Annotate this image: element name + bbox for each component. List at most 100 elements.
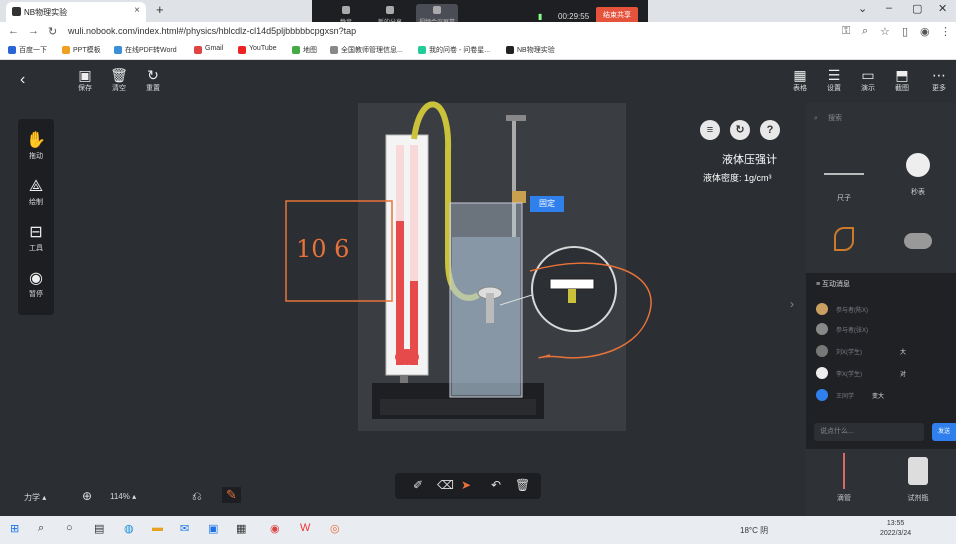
signal-icon: ▮: [538, 12, 543, 21]
browser-tab[interactable]: NB物理实验 ×: [6, 2, 146, 22]
stopwatch-item[interactable]: 秒表: [890, 149, 946, 197]
search-input[interactable]: ⌕ 搜索: [814, 111, 948, 127]
rock-item[interactable]: [890, 233, 946, 249]
ruler-label: 尺子: [837, 195, 851, 202]
sidebar-icon[interactable]: ▯: [902, 25, 908, 38]
store-icon[interactable]: ▣: [208, 522, 218, 535]
undo-icon[interactable]: ↶: [491, 478, 501, 492]
avatar: [816, 323, 828, 335]
bookmark-item[interactable]: PPT模板: [62, 45, 101, 55]
height-slider[interactable]: [512, 191, 526, 203]
bookmark-item[interactable]: 地图: [292, 45, 317, 55]
taskbar-clock[interactable]: 13:55 2022/3/24: [880, 519, 911, 539]
chat-panel: ≡ 互动消息 参与者(陈X) 参与者(张X) 刘X(学生) 大 李X(学生) 对 王…: [806, 273, 956, 449]
chat-header: ≡ 互动消息: [816, 281, 851, 288]
avatar: [816, 367, 828, 379]
nb-favicon-icon: [12, 7, 21, 16]
pointer-icon[interactable]: ➤: [461, 478, 471, 492]
chrome-icon[interactable]: ◉: [270, 522, 280, 535]
bookmark-item[interactable]: NB物理实验: [506, 45, 555, 55]
collapse-chevron-icon[interactable]: ›: [790, 297, 794, 311]
back-icon[interactable]: ←: [8, 25, 19, 37]
edge-icon[interactable]: ◍: [124, 522, 134, 535]
bookmark-item[interactable]: YouTube: [238, 45, 277, 54]
help-icon[interactable]: ?: [760, 120, 780, 140]
address-bar: ← → ↻ wuli.nobook.com/index.html#/physic…: [0, 22, 956, 42]
bookmark-item[interactable]: 百度一下: [8, 45, 47, 55]
ruler-icon: [824, 173, 864, 193]
windows-start-icon[interactable]: ⊞: [10, 522, 19, 535]
zoom-select[interactable]: 114% ▴: [110, 492, 136, 501]
meeting-timer: 00:29:55: [558, 12, 590, 21]
bookmark-item[interactable]: 在线PDF转Word: [114, 45, 177, 55]
search-icon[interactable]: ⌕: [38, 522, 44, 535]
avatar: [816, 389, 828, 401]
stopwatch-label: 秒表: [911, 189, 925, 196]
hose-icon: [834, 227, 854, 251]
clock-date: 2022/3/24: [880, 530, 912, 537]
pen-icon[interactable]: ✎: [222, 487, 241, 503]
forward-icon[interactable]: →: [28, 25, 39, 37]
caret-up-icon: ▴: [132, 492, 137, 501]
minimize-icon[interactable]: –: [886, 2, 892, 14]
search-icon: ⌕: [814, 115, 818, 122]
liquid-column-left: [396, 221, 404, 365]
bookmarks-bar: 百度一下 PPT模板 在线PDF转Word Gmail YouTube 地图 全…: [0, 42, 956, 60]
profile-icon[interactable]: ◉: [920, 25, 930, 38]
bookmark-item[interactable]: 全国教师管理信息...: [330, 45, 403, 55]
locate-icon[interactable]: ⊕: [82, 489, 92, 503]
windows-taskbar: ⊞ ⌕ ○ ▤ ◍ ▬ ✉ ▣ ▦ ◉ W ◎ 18°C 阴 13:55 202…: [0, 516, 956, 544]
bookmark-item[interactable]: Gmail: [194, 45, 223, 54]
stand-base-top: [380, 399, 536, 415]
magnified-stem: [568, 289, 576, 303]
fix-button[interactable]: 固定: [530, 196, 564, 212]
brush-icon[interactable]: ✐: [413, 478, 423, 492]
url-field[interactable]: wuli.nobook.com/index.html#/physics/hblc…: [68, 26, 356, 36]
video-icon: [386, 6, 394, 14]
reload-icon[interactable]: ↻: [48, 25, 57, 38]
menu-icon[interactable]: ⋮: [940, 25, 951, 38]
close-window-icon[interactable]: ✕: [938, 2, 947, 15]
meeting-app-icon[interactable]: ◎: [330, 522, 340, 535]
weather[interactable]: 18°C 阴: [740, 525, 768, 536]
bottle-icon: [908, 457, 928, 485]
tab-title: NB物理实验: [24, 8, 68, 17]
eraser-icon[interactable]: ⌫: [437, 478, 454, 492]
search-placeholder: 搜索: [828, 115, 842, 122]
ruler-item[interactable]: 尺子: [816, 167, 872, 203]
share-icon: [433, 6, 441, 14]
trash-icon[interactable]: 🗑: [515, 478, 530, 492]
avatar: [816, 303, 828, 315]
magnified-probe: [549, 278, 595, 290]
close-tab-icon[interactable]: ×: [134, 5, 140, 16]
refresh-view-icon[interactable]: ↻: [730, 120, 750, 140]
info-icon[interactable]: ≡: [700, 120, 720, 140]
app-icon[interactable]: ▦: [236, 522, 246, 535]
zoom-icon[interactable]: ⌕: [862, 25, 868, 38]
send-button[interactable]: 发送: [932, 423, 956, 441]
clock-time: 13:55: [886, 520, 905, 527]
undo-view-icon[interactable]: ⎌: [192, 489, 202, 504]
star-icon[interactable]: ☆: [880, 25, 890, 38]
rock-icon: [904, 233, 932, 249]
chat-input[interactable]: 说点什么...: [814, 423, 924, 441]
zoom-label: 114%: [110, 492, 130, 501]
subject-label: 力学: [24, 493, 40, 502]
folder-icon[interactable]: ▬: [152, 522, 163, 534]
avatar: [816, 345, 828, 357]
u-tube-bottom: [395, 349, 419, 365]
subject-select[interactable]: 力学 ▴: [24, 492, 46, 503]
stopwatch-icon: [906, 153, 930, 177]
new-tab-icon[interactable]: +: [156, 2, 164, 17]
wps-icon[interactable]: W: [300, 522, 310, 534]
probe-stem: [486, 293, 494, 323]
chevron-down-icon[interactable]: ⌄: [858, 2, 867, 15]
widgets-icon[interactable]: ▤: [94, 522, 104, 535]
drawing-dock: ✐ ⌫ ➤ ↶ 🗑: [395, 473, 541, 499]
hose-item[interactable]: [816, 227, 872, 251]
bookmark-item[interactable]: 我的问卷 - 问卷星...: [418, 45, 490, 55]
task-view-icon[interactable]: ○: [66, 522, 73, 534]
mail-icon[interactable]: ✉: [180, 522, 189, 535]
key-icon[interactable]: ⚿: [842, 25, 850, 38]
maximize-icon[interactable]: ▢: [912, 2, 922, 15]
